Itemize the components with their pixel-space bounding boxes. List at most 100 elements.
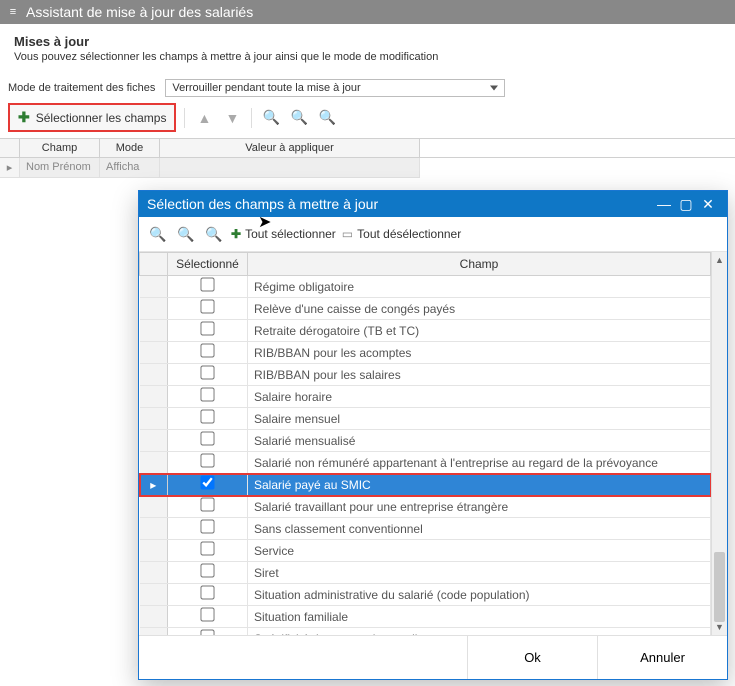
maximize-button[interactable]: ▢ (675, 191, 697, 217)
table-row[interactable]: Situation administrative du salarié (cod… (140, 584, 711, 606)
table-row[interactable]: Sans classement conventionnel (140, 518, 711, 540)
col-selected[interactable]: Sélectionné (168, 253, 248, 276)
row-checkbox[interactable] (200, 409, 214, 423)
row-checkbox-cell[interactable] (168, 342, 248, 364)
move-down-icon[interactable]: ▼ (221, 107, 243, 129)
row-checkbox-cell[interactable] (168, 584, 248, 606)
table-row[interactable]: Spécificité du contrat de travail (140, 628, 711, 636)
toolbar-separator (184, 108, 185, 128)
app-icon: ≡ (6, 5, 20, 19)
table-row[interactable]: Salaire mensuel (140, 408, 711, 430)
table-row[interactable]: Retraite dérogatoire (TB et TC) (140, 320, 711, 342)
row-checkbox-cell[interactable] (168, 628, 248, 636)
row-checkbox[interactable] (200, 387, 214, 401)
row-checkbox-cell[interactable] (168, 496, 248, 518)
row-checkbox[interactable] (200, 629, 214, 635)
table-row[interactable]: Situation familiale (140, 606, 711, 628)
cancel-button[interactable]: Annuler (597, 636, 727, 679)
row-checkbox-cell[interactable] (168, 452, 248, 474)
row-gutter (140, 496, 168, 518)
minimize-button[interactable]: — (653, 191, 675, 217)
table-row[interactable]: Salaire horaire (140, 386, 711, 408)
col-valeur[interactable]: Valeur à appliquer (160, 139, 420, 157)
row-gutter (140, 320, 168, 342)
main-toolbar: ✚ Sélectionner les champs ▲ ▼ 🔍 🔍 🔍 (0, 101, 735, 136)
zoom-reset-icon[interactable]: 🔍 (316, 107, 338, 129)
row-checkbox-cell[interactable] (168, 364, 248, 386)
scroll-down-icon[interactable]: ▼ (712, 619, 727, 635)
dialog-toolbar: 🔍 🔍 🔍 ✚ Tout sélectionner ▭ Tout désélec… (139, 217, 727, 252)
scroll-up-icon[interactable]: ▲ (712, 252, 727, 268)
table-row[interactable]: Siret (140, 562, 711, 584)
mode-select[interactable]: Verrouiller pendant toute la mise à jour (165, 79, 505, 97)
row-checkbox-cell[interactable] (168, 540, 248, 562)
row-label: Siret (248, 562, 711, 584)
cell-champ: Nom Prénom (20, 158, 100, 178)
row-checkbox-cell[interactable] (168, 562, 248, 584)
row-checkbox-cell[interactable] (168, 408, 248, 430)
section-subtext: Vous pouvez sélectionner les champs à me… (0, 51, 735, 75)
zoom-reset-icon[interactable]: 🔍 (203, 223, 225, 245)
row-label: Service (248, 540, 711, 562)
select-all-button[interactable]: ✚ Tout sélectionner (231, 227, 336, 241)
row-checkbox-cell[interactable] (168, 298, 248, 320)
row-gutter (140, 606, 168, 628)
row-checkbox-cell[interactable] (168, 474, 248, 496)
row-checkbox[interactable] (200, 607, 214, 621)
section-heading: Mises à jour (14, 34, 721, 49)
col-field[interactable]: Champ (248, 253, 711, 276)
table-row[interactable]: Salarié non rémunéré appartenant à l'ent… (140, 452, 711, 474)
window-title: Assistant de mise à jour des salariés (26, 0, 253, 24)
deselect-all-button[interactable]: ▭ Tout désélectionner (342, 227, 461, 241)
main-grid-row[interactable]: ▸ Nom Prénom Afficha (0, 158, 735, 178)
row-checkbox[interactable] (200, 299, 214, 313)
row-selector-icon[interactable]: ▸ (0, 158, 20, 178)
row-checkbox[interactable] (200, 475, 214, 489)
row-checkbox-cell[interactable] (168, 518, 248, 540)
row-checkbox[interactable] (200, 563, 214, 577)
move-up-icon[interactable]: ▲ (193, 107, 215, 129)
row-gutter (140, 364, 168, 386)
row-checkbox[interactable] (200, 321, 214, 335)
table-row[interactable]: Salarié travaillant pour une entreprise … (140, 496, 711, 518)
row-gutter (140, 540, 168, 562)
table-row[interactable]: Relève d'une caisse de congés payés (140, 298, 711, 320)
ok-button[interactable]: Ok (467, 636, 597, 679)
field-selection-dialog: Sélection des champs à mettre à jour — ▢… (138, 190, 728, 680)
row-checkbox[interactable] (200, 541, 214, 555)
table-row[interactable]: RIB/BBAN pour les acomptes (140, 342, 711, 364)
row-checkbox[interactable] (200, 431, 214, 445)
table-row[interactable]: Salarié mensualisé (140, 430, 711, 452)
window-titlebar: ≡ Assistant de mise à jour des salariés (0, 0, 735, 24)
select-fields-button[interactable]: ✚ Sélectionner les champs (8, 103, 176, 132)
table-row[interactable]: Régime obligatoire (140, 276, 711, 298)
row-label: Sans classement conventionnel (248, 518, 711, 540)
table-row[interactable]: ▸Salarié payé au SMIC (140, 474, 711, 496)
row-checkbox-cell[interactable] (168, 606, 248, 628)
row-checkbox[interactable] (200, 519, 214, 533)
row-label: Régime obligatoire (248, 276, 711, 298)
col-champ[interactable]: Champ (20, 139, 100, 157)
row-checkbox[interactable] (200, 343, 214, 357)
row-checkbox-cell[interactable] (168, 386, 248, 408)
scroll-thumb[interactable] (714, 552, 725, 622)
row-checkbox[interactable] (200, 453, 214, 467)
row-checkbox[interactable] (200, 365, 214, 379)
vertical-scrollbar[interactable]: ▲ ▼ (711, 252, 727, 635)
zoom-icon[interactable]: 🔍 (260, 107, 282, 129)
close-button[interactable]: ✕ (697, 191, 719, 217)
zoom-out-icon[interactable]: 🔍 (288, 107, 310, 129)
row-checkbox[interactable] (200, 497, 214, 511)
table-row[interactable]: Service (140, 540, 711, 562)
zoom-out-icon[interactable]: 🔍 (175, 223, 197, 245)
zoom-icon[interactable]: 🔍 (147, 223, 169, 245)
row-checkbox-cell[interactable] (168, 430, 248, 452)
row-checkbox-cell[interactable] (168, 320, 248, 342)
table-row[interactable]: RIB/BBAN pour les salaires (140, 364, 711, 386)
col-mode[interactable]: Mode (100, 139, 160, 157)
row-gutter (140, 628, 168, 636)
row-checkbox-cell[interactable] (168, 276, 248, 298)
row-label: Spécificité du contrat de travail (248, 628, 711, 636)
row-checkbox[interactable] (200, 277, 214, 291)
row-checkbox[interactable] (200, 585, 214, 599)
